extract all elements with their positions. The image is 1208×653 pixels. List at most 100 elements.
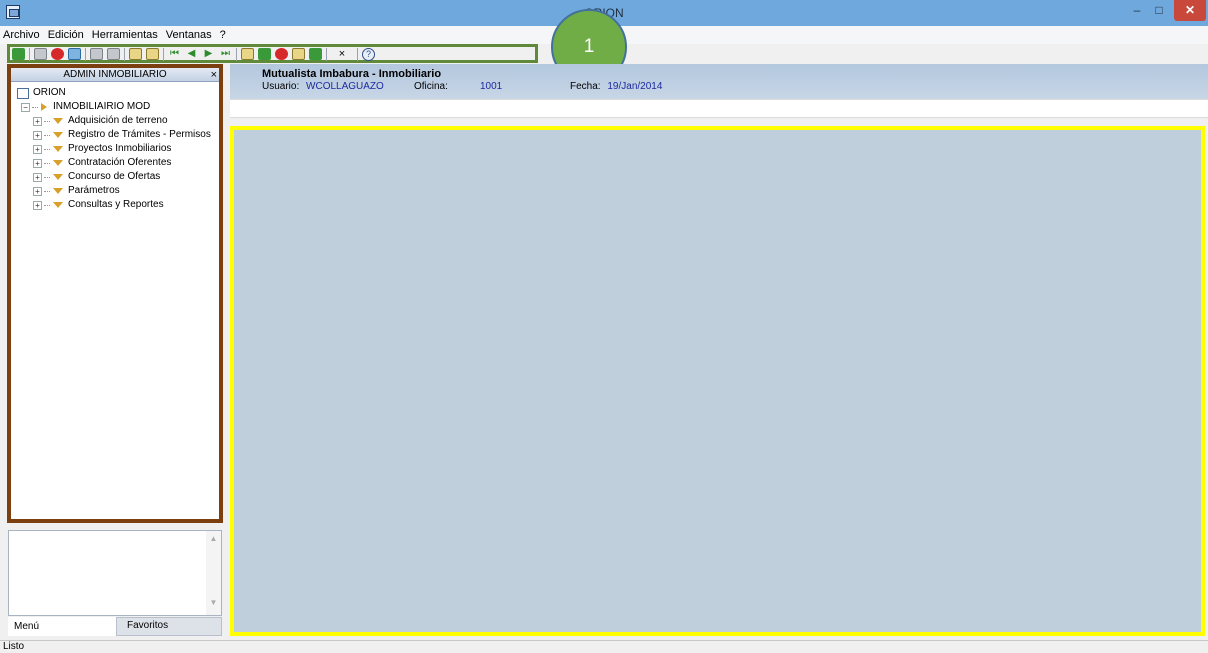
tree-item-label: Proyectos Inmobiliarios bbox=[68, 143, 172, 154]
toolbar-separator bbox=[326, 47, 327, 61]
office-label: Oficina: bbox=[414, 81, 448, 92]
expand-icon[interactable]: + bbox=[33, 144, 42, 154]
panel-tabs: Menú Favoritos bbox=[8, 617, 222, 636]
status-text: Listo bbox=[3, 641, 25, 652]
tree-item-adquisicion[interactable]: + Adquisición de terreno bbox=[17, 114, 219, 128]
tree-item-label: Contratación Oferentes bbox=[68, 157, 172, 168]
date-value: 19/Jan/2014 bbox=[607, 81, 663, 92]
collapse-icon[interactable]: − bbox=[21, 102, 30, 112]
office-info: Oficina: bbox=[414, 81, 452, 92]
minimize-button[interactable]: – bbox=[1126, 0, 1148, 21]
office-value-wrap: 1001 bbox=[480, 81, 502, 92]
panel-header: ADMIN INMOBILIARIO × bbox=[11, 68, 219, 82]
tree-connector bbox=[44, 134, 50, 136]
exit-icon[interactable] bbox=[12, 48, 25, 60]
execute-query-icon[interactable] bbox=[309, 48, 322, 60]
first-record-icon[interactable]: ⏮ bbox=[168, 48, 181, 60]
menu-help[interactable]: ? bbox=[220, 29, 226, 41]
tree-connector bbox=[44, 176, 50, 178]
menu-archivo[interactable]: Archivo bbox=[3, 29, 40, 41]
close-button[interactable]: ✕ bbox=[1174, 0, 1206, 21]
toolbar-separator bbox=[163, 47, 164, 61]
tree-connector bbox=[44, 148, 50, 150]
tree-item-label: Adquisición de terreno bbox=[68, 115, 168, 126]
tree-item-concurso[interactable]: + Concurso de Ofertas bbox=[17, 170, 219, 184]
description-box: ▲ ▼ bbox=[8, 530, 222, 616]
folder-icon bbox=[53, 174, 63, 180]
scroll-down-icon[interactable]: ▼ bbox=[206, 598, 221, 612]
panel-close-icon[interactable]: × bbox=[211, 68, 217, 82]
menu-herramientas[interactable]: Herramientas bbox=[92, 29, 158, 41]
tree-item-label: Consultas y Reportes bbox=[68, 199, 164, 210]
menu-edicion[interactable]: Edición bbox=[48, 29, 84, 41]
message-strip bbox=[230, 99, 1208, 118]
toolbar-separator bbox=[124, 47, 125, 61]
expand-icon[interactable]: + bbox=[33, 130, 42, 140]
folder-icon bbox=[53, 132, 63, 138]
insert-record-icon[interactable] bbox=[258, 48, 271, 60]
tree-item-consultas[interactable]: + Consultas y Reportes bbox=[17, 198, 219, 212]
user-info: Usuario: WCOLLAGUAZO bbox=[262, 81, 384, 92]
toolbar-separator bbox=[29, 47, 30, 61]
session-header: Mutualista Imbabura - Inmobiliario Usuar… bbox=[230, 64, 1208, 99]
export-icon[interactable] bbox=[146, 48, 159, 60]
tab-favoritos[interactable]: Favoritos bbox=[116, 617, 222, 636]
delete-record-icon[interactable] bbox=[275, 48, 288, 60]
window-icon[interactable] bbox=[68, 48, 81, 60]
office-value: 1001 bbox=[480, 81, 503, 92]
last-record-icon[interactable]: ⏭ bbox=[219, 48, 232, 60]
tree-item-parametros[interactable]: + Parámetros bbox=[17, 184, 219, 198]
user-value: WCOLLAGUAZO bbox=[306, 81, 384, 92]
tree-item-registro[interactable]: + Registro de Trámites - Permisos bbox=[17, 128, 219, 142]
tree-connector bbox=[44, 190, 50, 192]
import-icon[interactable] bbox=[129, 48, 142, 60]
expand-icon[interactable]: + bbox=[33, 116, 42, 126]
scroll-up-icon[interactable]: ▲ bbox=[206, 534, 221, 548]
toolbar-separator bbox=[85, 47, 86, 61]
tree-connector bbox=[44, 162, 50, 164]
previous-record-icon[interactable]: ◀ bbox=[185, 48, 198, 60]
toolbar-separator bbox=[357, 47, 358, 61]
folder-icon bbox=[53, 188, 63, 194]
vertical-scrollbar[interactable]: ▲ ▼ bbox=[206, 531, 221, 615]
tree-module[interactable]: − INMOBILIAIRIO MOD bbox=[17, 100, 219, 114]
expand-icon[interactable]: + bbox=[33, 200, 42, 210]
navigation-panel: ADMIN INMOBILIARIO × ORION − INMOBILIAIR… bbox=[7, 64, 223, 523]
date-info: Fecha: 19/Jan/2014 bbox=[570, 81, 662, 92]
tree-item-label: Parámetros bbox=[68, 185, 120, 196]
tree-item-contratacion[interactable]: + Contratación Oferentes bbox=[17, 156, 219, 170]
toolbar-separator bbox=[236, 47, 237, 61]
tree-module-label: INMOBILIAIRIO MOD bbox=[53, 101, 151, 112]
menu-ventanas[interactable]: Ventanas bbox=[166, 29, 212, 41]
workspace-area[interactable] bbox=[230, 126, 1205, 636]
help-icon[interactable]: ? bbox=[362, 47, 375, 61]
close-form-icon[interactable]: × bbox=[331, 48, 353, 60]
folder-icon bbox=[53, 118, 63, 124]
tree-connector bbox=[32, 106, 38, 108]
tree-connector bbox=[44, 204, 50, 206]
tree-root[interactable]: ORION bbox=[17, 86, 219, 100]
cancel-icon[interactable] bbox=[51, 48, 64, 60]
date-label: Fecha: bbox=[570, 81, 601, 92]
query-icon[interactable] bbox=[292, 48, 305, 60]
new-record-icon[interactable] bbox=[241, 48, 254, 60]
folder-icon bbox=[53, 202, 63, 208]
folder-icon bbox=[53, 160, 63, 166]
calculator-icon[interactable] bbox=[34, 48, 47, 60]
folder-open-icon bbox=[41, 103, 47, 111]
print-preview-icon[interactable] bbox=[107, 48, 120, 60]
tree-root-label: ORION bbox=[33, 87, 66, 98]
expand-icon[interactable]: + bbox=[33, 158, 42, 168]
user-label: Usuario: bbox=[262, 81, 300, 92]
print-icon[interactable] bbox=[90, 48, 103, 60]
organization-name: Mutualista Imbabura - Inmobiliario bbox=[262, 68, 442, 80]
tree-connector bbox=[44, 120, 50, 122]
tree-item-label: Concurso de Ofertas bbox=[68, 171, 161, 182]
next-record-icon[interactable]: ▶ bbox=[202, 48, 215, 60]
tab-menu[interactable]: Menú bbox=[8, 617, 116, 636]
expand-icon[interactable]: + bbox=[33, 186, 42, 196]
expand-icon[interactable]: + bbox=[33, 172, 42, 182]
maximize-button[interactable]: □ bbox=[1148, 0, 1170, 21]
tree-item-proyectos[interactable]: + Proyectos Inmobiliarios bbox=[17, 142, 219, 156]
workspace bbox=[230, 124, 1208, 638]
